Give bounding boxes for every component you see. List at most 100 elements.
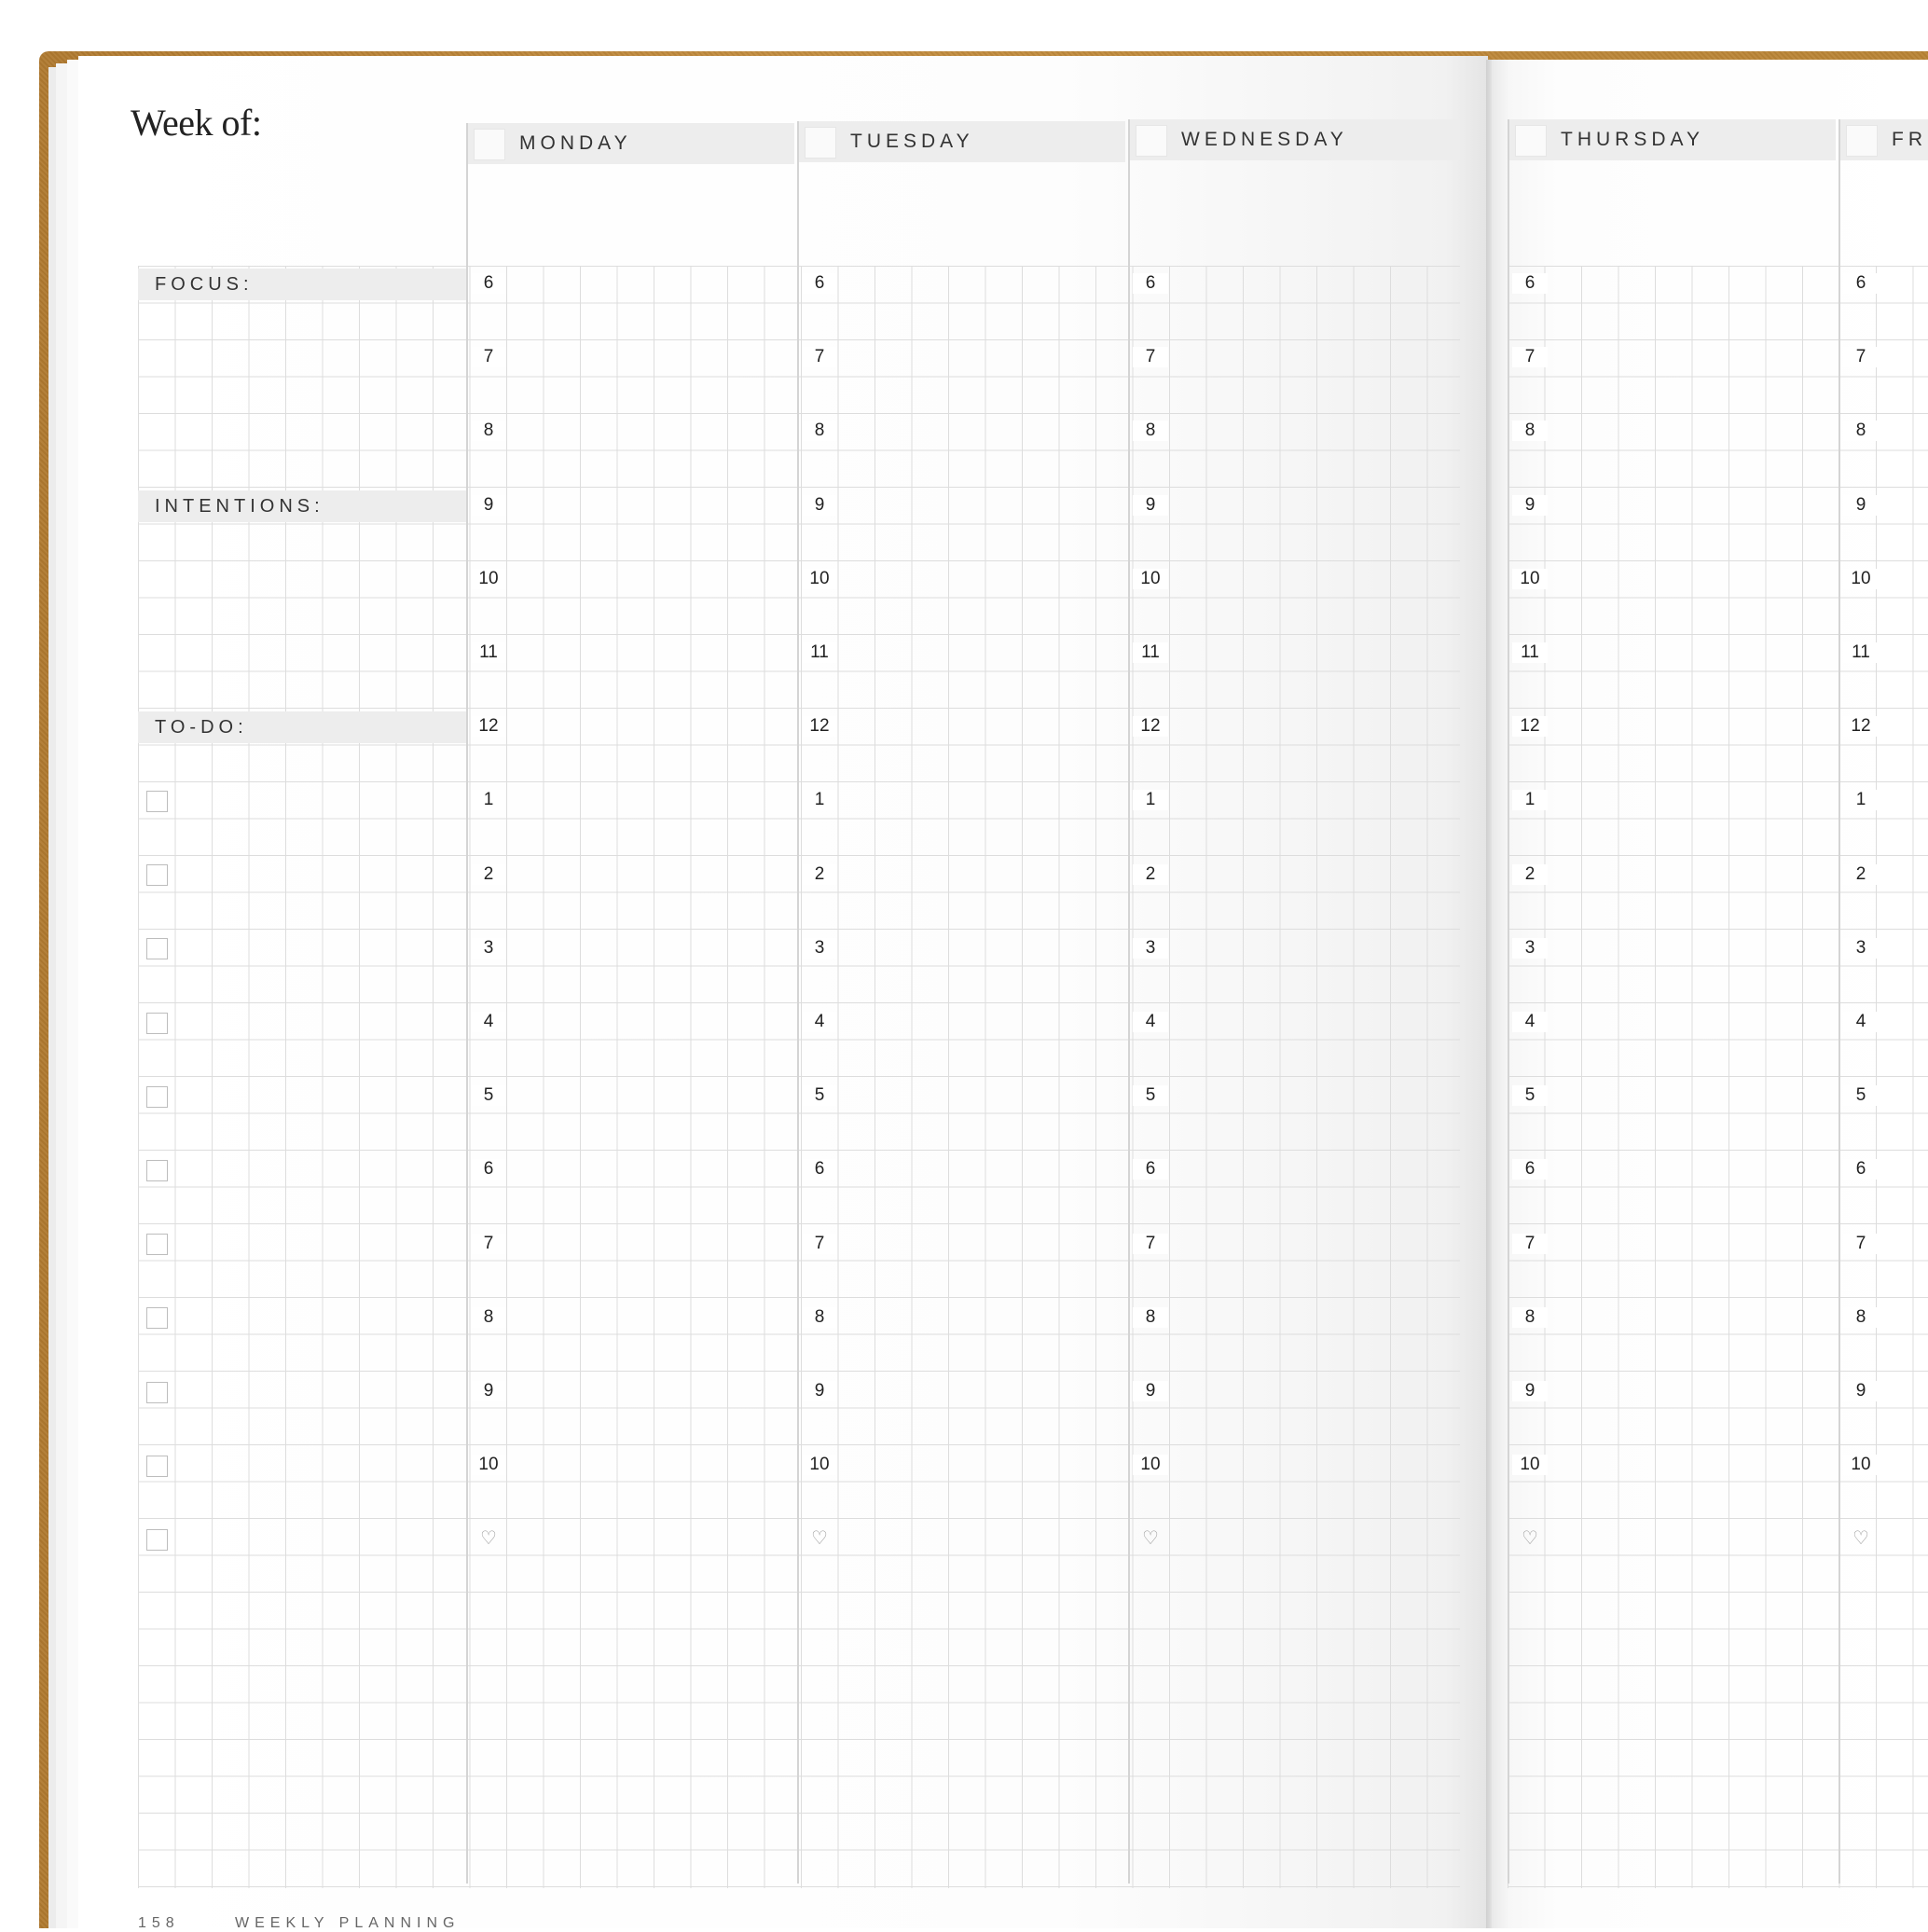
hour-label: 9 xyxy=(1133,1381,1168,1401)
hour-label: 5 xyxy=(802,1085,837,1107)
hour-label: 9 xyxy=(802,494,837,516)
hour-label: 3 xyxy=(1133,937,1168,959)
hour-label: 4 xyxy=(471,1012,506,1032)
todo-checkbox[interactable] xyxy=(146,938,168,960)
day-name: FR xyxy=(1892,129,1927,150)
hour-label: 5 xyxy=(1512,1085,1548,1107)
heart-icon: ♡ xyxy=(1522,1528,1538,1550)
hour-label: 10 xyxy=(1133,1455,1168,1476)
hour-label: 7 xyxy=(1512,347,1548,368)
hour-label: 10 xyxy=(471,568,506,589)
day-column-divider xyxy=(1838,119,1840,1884)
hour-label: 6 xyxy=(471,1159,506,1180)
day-header-tuesday: TUESDAY xyxy=(799,121,1125,162)
todo-checkbox[interactable] xyxy=(146,1012,168,1034)
day-date-box[interactable] xyxy=(805,127,836,159)
hour-label: 10 xyxy=(802,568,837,589)
hour-label: 9 xyxy=(471,494,506,516)
hour-label: 6 xyxy=(802,1159,837,1180)
hour-label: 7 xyxy=(1133,1233,1168,1254)
hour-label: 7 xyxy=(1843,347,1879,368)
hour-label: 8 xyxy=(1843,1306,1879,1328)
hour-label: 3 xyxy=(1512,937,1548,959)
hour-label: 1 xyxy=(1133,790,1168,811)
hour-label: 7 xyxy=(471,1233,506,1254)
hour-label: 11 xyxy=(802,642,837,663)
heart-icon: ♡ xyxy=(480,1528,497,1550)
day-name: TUESDAY xyxy=(850,131,974,152)
hour-label: 12 xyxy=(802,716,837,738)
hour-label: 3 xyxy=(1843,937,1879,959)
hour-label: 1 xyxy=(1512,790,1548,811)
hour-label: 6 xyxy=(1843,1159,1879,1180)
hour-label: 9 xyxy=(802,1381,837,1401)
hour-label: 9 xyxy=(1843,494,1879,516)
hour-label: 7 xyxy=(802,347,837,368)
todo-checkbox[interactable] xyxy=(146,864,168,887)
day-column-divider xyxy=(1128,119,1130,1884)
hour-label: 12 xyxy=(1843,716,1879,738)
intentions-label: INTENTIONS: xyxy=(138,490,466,522)
hour-label: 4 xyxy=(1843,1012,1879,1032)
hour-label: 10 xyxy=(1133,568,1168,589)
hour-label: 8 xyxy=(1512,421,1548,442)
hour-label: 2 xyxy=(471,863,506,885)
hour-label: 1 xyxy=(471,790,506,811)
todo-checkbox[interactable] xyxy=(146,1085,168,1108)
hour-label: 7 xyxy=(1512,1233,1548,1254)
day-column-divider xyxy=(797,121,799,1884)
hour-label: 7 xyxy=(802,1233,837,1254)
hour-label: 10 xyxy=(471,1455,506,1476)
hour-label: 5 xyxy=(471,1085,506,1107)
todo-checkbox[interactable] xyxy=(146,1529,168,1551)
day-column-divider xyxy=(466,123,468,1884)
hour-label: 8 xyxy=(802,1306,837,1328)
hour-label: 8 xyxy=(1133,421,1168,442)
todo-checkbox[interactable] xyxy=(146,1381,168,1403)
hour-label: 12 xyxy=(1133,716,1168,738)
todo-checkbox[interactable] xyxy=(146,1234,168,1256)
hour-label: 8 xyxy=(1512,1306,1548,1328)
hour-label: 8 xyxy=(471,1306,506,1328)
day-column-divider xyxy=(1508,119,1509,1884)
focus-label: FOCUS: xyxy=(138,269,466,300)
hour-label: 7 xyxy=(1133,347,1168,368)
hour-label: 9 xyxy=(1843,1381,1879,1401)
hour-label: 2 xyxy=(1133,863,1168,885)
hour-label: 2 xyxy=(1512,863,1548,885)
hour-label: 8 xyxy=(1133,1306,1168,1328)
hour-label: 10 xyxy=(1843,568,1879,589)
hour-label: 9 xyxy=(471,1381,506,1401)
hour-label: 8 xyxy=(471,421,506,442)
todo-checkbox[interactable] xyxy=(146,1455,168,1477)
day-header-monday: MONDAY xyxy=(468,123,794,164)
hour-label: 11 xyxy=(1843,642,1879,663)
hour-label: 10 xyxy=(1512,1455,1548,1476)
page-title: Week of: xyxy=(131,102,262,144)
hour-label: 1 xyxy=(1843,790,1879,811)
hour-label: 10 xyxy=(1512,568,1548,589)
day-name: THURSDAY xyxy=(1561,129,1704,150)
day-date-box[interactable] xyxy=(1846,125,1878,157)
hour-label: 11 xyxy=(471,642,506,663)
hour-label: 6 xyxy=(1133,1159,1168,1180)
hour-label: 3 xyxy=(471,937,506,959)
hour-label: 12 xyxy=(1512,716,1548,738)
hour-label: 2 xyxy=(1843,863,1879,885)
day-date-box[interactable] xyxy=(1136,125,1167,157)
hour-label: 10 xyxy=(1843,1455,1879,1476)
day-name: WEDNESDAY xyxy=(1181,129,1348,150)
hour-label: 6 xyxy=(802,273,837,294)
heart-icon: ♡ xyxy=(1852,1528,1869,1550)
todo-checkbox[interactable] xyxy=(146,1160,168,1181)
hour-label: 4 xyxy=(1512,1012,1548,1032)
hour-label: 6 xyxy=(1512,273,1548,294)
hour-label: 6 xyxy=(1512,1159,1548,1180)
todo-checkbox[interactable] xyxy=(146,791,168,812)
day-date-box[interactable] xyxy=(474,129,505,160)
todo-checkbox[interactable] xyxy=(146,1307,168,1330)
hour-label: 12 xyxy=(471,716,506,738)
day-date-box[interactable] xyxy=(1515,125,1547,157)
day-header-fr: FR xyxy=(1840,119,1928,160)
hour-label: 5 xyxy=(1843,1085,1879,1107)
